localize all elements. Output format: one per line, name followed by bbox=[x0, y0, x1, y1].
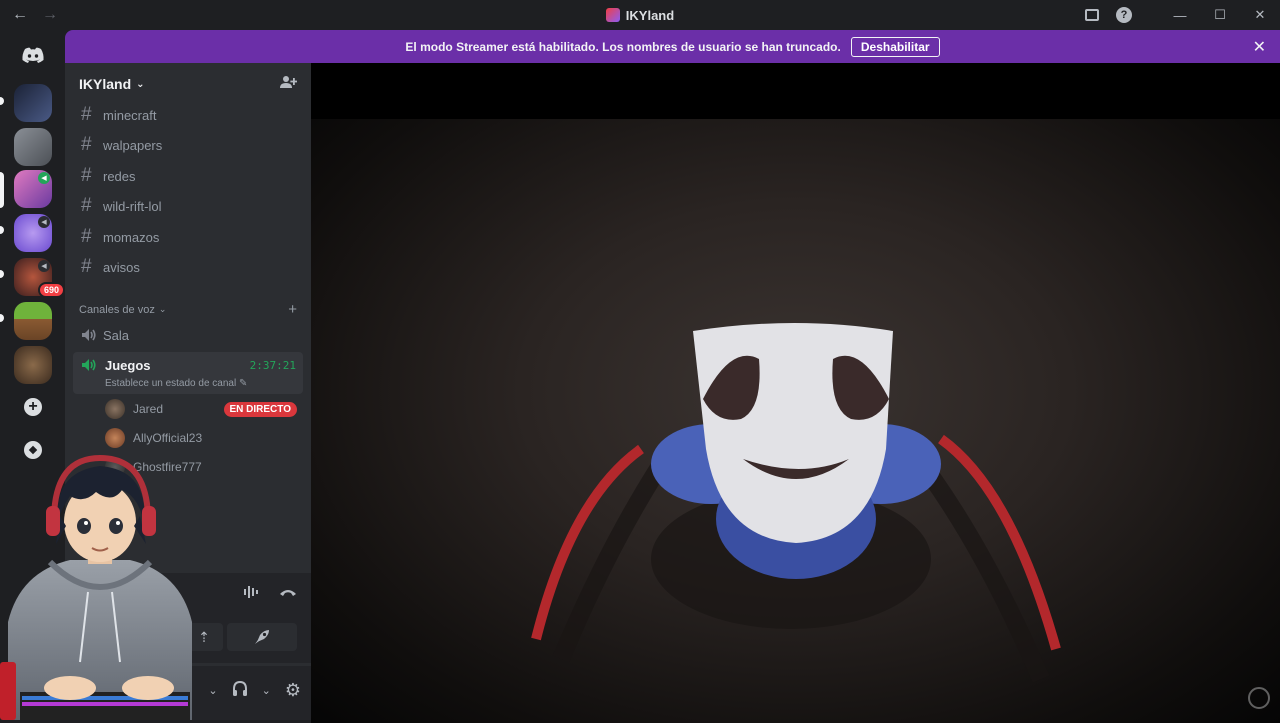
chevron-down-icon[interactable]: ⌄ bbox=[208, 684, 217, 697]
hashtag-icon: # bbox=[81, 134, 92, 155]
close-icon[interactable]: ✕ bbox=[1253, 37, 1266, 57]
stream-video[interactable] bbox=[311, 119, 1280, 723]
create-channel-icon[interactable]: + bbox=[288, 301, 297, 318]
streamer-mode-banner: El modo Streamer está habilitado. Los no… bbox=[65, 30, 1280, 63]
speaker-icon bbox=[81, 328, 103, 342]
disable-streamer-button[interactable]: Deshabilitar bbox=[850, 36, 940, 57]
channel-minecraft[interactable]: # minecraft bbox=[73, 101, 303, 129]
add-member-icon[interactable] bbox=[280, 75, 298, 93]
noise-suppression-icon[interactable] bbox=[243, 585, 261, 604]
add-server-button[interactable]: + bbox=[14, 388, 52, 426]
user-panel-actions: ⌄ ⌄ ⚙ bbox=[208, 680, 301, 701]
watermark-logo-icon bbox=[1248, 687, 1270, 709]
guild-name: IKYland bbox=[79, 76, 132, 92]
avatar bbox=[105, 428, 125, 448]
title-bar-actions: ? — ☐ ✕ bbox=[1076, 0, 1280, 30]
server-icon bbox=[605, 8, 620, 22]
plus-icon: + bbox=[24, 398, 42, 416]
discord-home-button[interactable] bbox=[14, 36, 52, 74]
chevron-down-icon[interactable]: ⌄ bbox=[262, 684, 271, 697]
chevron-down-icon: ⌄ bbox=[158, 304, 167, 314]
hashtag-icon: # bbox=[81, 165, 92, 186]
unread-pill bbox=[0, 270, 4, 278]
call-timer: 2:37:21 bbox=[249, 359, 296, 372]
channel-wild-rift-lol[interactable]: # wild-rift-lol bbox=[73, 192, 303, 220]
channel-status[interactable]: Establece un estado de canal ✎ bbox=[105, 378, 247, 389]
close-window-button[interactable]: ✕ bbox=[1240, 0, 1280, 30]
hashtag-icon: # bbox=[81, 104, 92, 125]
speaker-icon: ◀ bbox=[38, 260, 50, 272]
guild-header[interactable]: IKYland ⌄ bbox=[65, 63, 311, 105]
stream-frame-image bbox=[531, 323, 1061, 683]
voice-channel-sala[interactable]: Sala bbox=[73, 325, 303, 345]
mention-badge: 690 bbox=[38, 282, 66, 298]
server-icon-4[interactable]: ◀ bbox=[14, 214, 52, 252]
server-icon-1[interactable] bbox=[14, 84, 52, 122]
unread-pill bbox=[0, 314, 4, 322]
rocket-icon bbox=[255, 630, 269, 644]
voice-user-jared[interactable]: Jared EN DIRECTO bbox=[105, 396, 297, 422]
hashtag-icon: # bbox=[81, 226, 92, 247]
server-icon-5[interactable]: ◀ 690 bbox=[14, 258, 66, 298]
minimize-button[interactable]: — bbox=[1160, 0, 1200, 30]
server-icon-7[interactable] bbox=[14, 346, 52, 384]
stream-view[interactable] bbox=[311, 63, 1280, 723]
voice-channel-juegos[interactable]: Juegos 2:37:21 Establece un estado de ca… bbox=[73, 352, 303, 394]
maximize-button[interactable]: ☐ bbox=[1200, 0, 1240, 30]
nav-buttons: ← → bbox=[0, 7, 58, 23]
server-icon-3[interactable]: ◀ bbox=[14, 170, 52, 208]
speaker-active-icon bbox=[81, 358, 103, 372]
unread-pill bbox=[0, 97, 4, 105]
webcam-overlay bbox=[0, 454, 192, 720]
channel-walpapers[interactable]: # walpapers bbox=[73, 131, 303, 159]
voice-panel-actions bbox=[243, 585, 297, 604]
title-bar: ← → IKYland ? — ☐ ✕ bbox=[0, 0, 1280, 30]
hashtag-icon: # bbox=[81, 195, 92, 216]
disconnect-icon[interactable] bbox=[279, 585, 297, 604]
help-icon[interactable]: ? bbox=[1108, 0, 1140, 30]
avatar bbox=[105, 399, 125, 419]
back-arrow-icon[interactable]: ← bbox=[12, 7, 28, 23]
channel-momazos[interactable]: # momazos bbox=[73, 223, 303, 251]
speaker-icon: ◀ bbox=[38, 216, 50, 228]
channel-avisos[interactable]: # avisos bbox=[73, 253, 303, 281]
server-icon-2[interactable] bbox=[14, 128, 52, 166]
voice-user-allyofficial23[interactable]: AllyOfficial23 bbox=[105, 425, 297, 451]
headphones-icon[interactable] bbox=[232, 680, 248, 701]
unread-pill bbox=[0, 226, 4, 234]
channel-redes[interactable]: # redes bbox=[73, 162, 303, 190]
voice-active-icon: ◀ bbox=[38, 172, 50, 184]
discord-logo-icon bbox=[22, 47, 44, 63]
banner-message: El modo Streamer está habilitado. Los no… bbox=[405, 39, 841, 54]
forward-arrow-icon[interactable]: → bbox=[42, 7, 58, 23]
voice-channel-name: Juegos bbox=[105, 358, 151, 373]
pencil-icon: ✎ bbox=[239, 378, 248, 389]
inbox-icon[interactable] bbox=[1076, 0, 1108, 30]
settings-gear-icon[interactable]: ⚙ bbox=[285, 680, 301, 701]
voice-category-header[interactable]: Canales de voz ⌄ + bbox=[79, 301, 297, 318]
server-icon-6[interactable] bbox=[14, 302, 52, 340]
selected-pill bbox=[0, 172, 4, 208]
live-badge: EN DIRECTO bbox=[223, 401, 297, 417]
chevron-down-icon: ⌄ bbox=[136, 78, 145, 90]
activity-button[interactable] bbox=[227, 623, 297, 651]
hashtag-icon: # bbox=[81, 256, 92, 277]
